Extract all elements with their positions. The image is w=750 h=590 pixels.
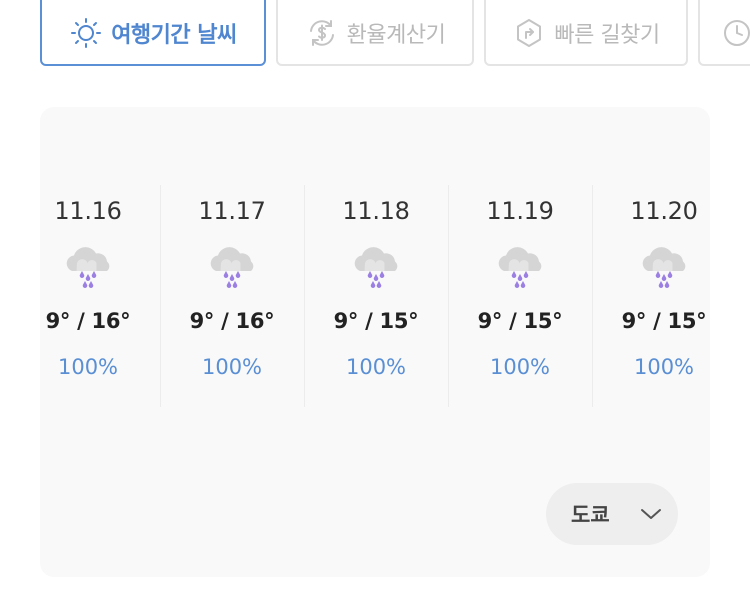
forecast-day: 11.18 9° / 15° 100% bbox=[304, 185, 448, 407]
forecast-temperature: 9° / 15° bbox=[477, 309, 563, 333]
forecast-day: 11.16 9° / 16° 100% bbox=[40, 185, 160, 407]
sun-icon bbox=[69, 16, 103, 50]
directions-icon bbox=[512, 16, 546, 50]
city-select-label: 도쿄 bbox=[571, 503, 610, 527]
forecast-date: 11.16 bbox=[54, 197, 122, 225]
forecast-precipitation: 100% bbox=[57, 355, 119, 379]
clock-icon bbox=[720, 16, 750, 50]
forecast-date: 11.17 bbox=[198, 197, 266, 225]
forecast-day: 11.17 9° / 16° 100% bbox=[160, 185, 304, 407]
tab-currency-calculator[interactable]: 환율계산기 bbox=[276, 0, 474, 66]
chevron-down-icon bbox=[640, 502, 662, 526]
currency-exchange-icon bbox=[305, 16, 339, 50]
rain-cloud-icon bbox=[66, 247, 110, 288]
forecast-day: 11.20 9° / 15° 100% bbox=[592, 185, 710, 407]
rain-cloud-icon bbox=[498, 247, 542, 288]
rain-cloud-icon bbox=[354, 247, 398, 288]
forecast-precipitation: 100% bbox=[345, 355, 407, 379]
tab-label: 빠른 길찾기 bbox=[554, 23, 660, 48]
forecast-temperature: 9° / 15° bbox=[333, 309, 419, 333]
forecast-precipitation: 100% bbox=[201, 355, 263, 379]
forecast-date: 11.20 bbox=[630, 197, 698, 225]
tab-clock[interactable] bbox=[698, 0, 750, 66]
forecast-precipitation: 100% bbox=[489, 355, 551, 379]
forecast-date: 11.19 bbox=[486, 197, 554, 225]
forecast-temperature: 9° / 16° bbox=[189, 309, 275, 333]
tab-label: 환율계산기 bbox=[346, 23, 446, 48]
forecast-temperature: 9° / 16° bbox=[45, 309, 131, 333]
tab-quick-directions[interactable]: 빠른 길찾기 bbox=[484, 0, 688, 66]
tab-trip-weather[interactable]: 여행기간 날씨 bbox=[40, 0, 266, 66]
rain-cloud-icon bbox=[210, 247, 254, 288]
tab-label: 여행기간 날씨 bbox=[111, 23, 237, 48]
forecast-day: 11.19 9° / 15° 100% bbox=[448, 185, 592, 407]
rain-cloud-icon bbox=[642, 247, 686, 288]
city-select-button[interactable]: 도쿄 bbox=[546, 483, 678, 545]
forecast-date: 11.18 bbox=[342, 197, 410, 225]
tab-bar: 여행기간 날씨 환율계산기 빠른 길찾기 bbox=[0, 0, 750, 70]
forecast-list[interactable]: 11.16 9° / 16° 100% 11.17 9° / 16° 100% … bbox=[40, 185, 710, 407]
forecast-precipitation: 100% bbox=[633, 355, 695, 379]
weather-panel: 11.16 9° / 16° 100% 11.17 9° / 16° 100% … bbox=[40, 107, 710, 577]
forecast-temperature: 9° / 15° bbox=[621, 309, 707, 333]
